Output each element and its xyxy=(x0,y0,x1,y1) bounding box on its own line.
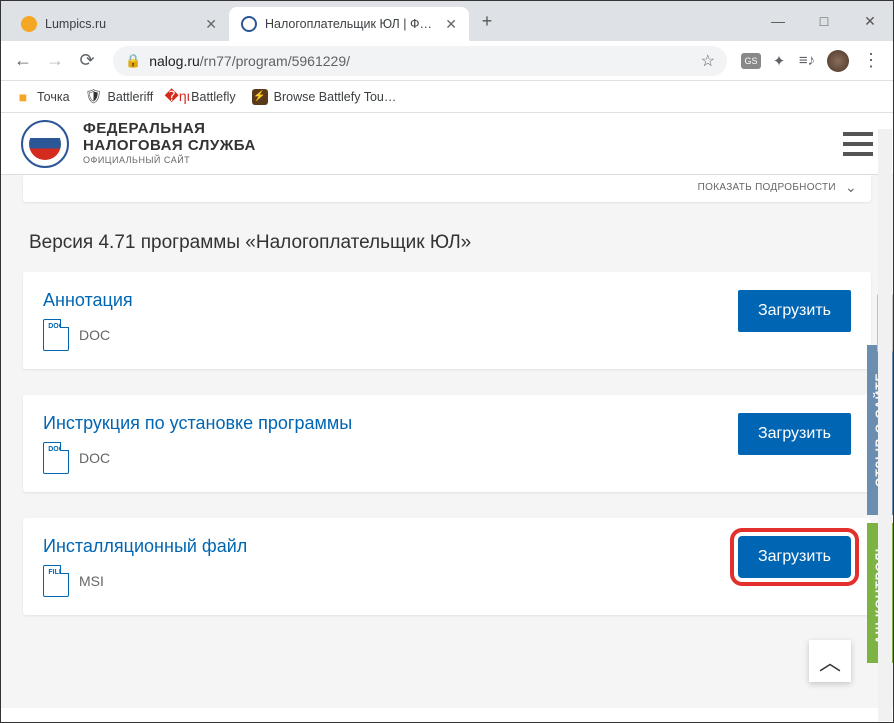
tab-title: Lumpics.ru xyxy=(45,17,197,31)
details-toggle[interactable]: ПОКАЗАТЬ ПОДРОБНОСТИ ⌄ xyxy=(23,175,871,202)
format-label: DOC xyxy=(79,327,110,343)
minimize-button[interactable]: — xyxy=(755,1,801,41)
maximize-button[interactable]: □ xyxy=(801,1,847,41)
forward-button[interactable]: → xyxy=(41,47,69,75)
reading-list-icon[interactable]: ≡♪ xyxy=(795,49,819,73)
download-card-annotation: Аннотация DOC DOC Загрузить xyxy=(23,272,871,369)
format-label: DOC xyxy=(79,450,110,466)
site-header: ФЕДЕРАЛЬНАЯ НАЛОГОВАЯ СЛУЖБА ОФИЦИАЛЬНЫЙ… xyxy=(1,113,893,175)
file-msi-icon: FILE xyxy=(43,565,69,597)
file-doc-icon: DOC xyxy=(43,442,69,474)
bookmark-label: Battleriff xyxy=(108,90,154,104)
bookmarks-bar: ■ Точка 🛡 Battleriff �ηι Battlefly ⚡ Bro… xyxy=(1,81,893,113)
url-host: nalog.ru xyxy=(149,53,200,69)
bookmark-item[interactable]: ■ Точка xyxy=(9,85,76,109)
download-button[interactable]: Загрузить xyxy=(738,290,851,332)
browser-tab[interactable]: Lumpics.ru ✕ xyxy=(9,7,229,41)
bookmark-label: Battlefly xyxy=(191,90,235,104)
bookmark-favicon: ■ xyxy=(15,89,31,105)
close-button[interactable]: ✕ xyxy=(847,1,893,41)
page-content: ФЕДЕРАЛЬНАЯ НАЛОГОВАЯ СЛУЖБА ОФИЦИАЛЬНЫЙ… xyxy=(1,113,893,708)
download-title[interactable]: Аннотация xyxy=(43,290,738,311)
new-tab-button[interactable]: + xyxy=(473,7,501,35)
fns-logo[interactable] xyxy=(21,120,69,168)
bookmark-item[interactable]: ⚡ Browse Battlefy Tou… xyxy=(246,85,403,109)
extension-icon[interactable]: GS xyxy=(739,49,763,73)
site-title: ФЕДЕРАЛЬНАЯ НАЛОГОВАЯ СЛУЖБА ОФИЦИАЛЬНЫЙ… xyxy=(83,121,256,166)
version-title: Версия 4.71 программы «Налогоплательщик … xyxy=(29,232,865,254)
download-button[interactable]: Загрузить xyxy=(738,536,851,578)
download-title[interactable]: Инсталляционный файл xyxy=(43,536,738,557)
download-format: FILE MSI xyxy=(43,565,738,597)
tab-favicon xyxy=(21,16,37,32)
file-doc-icon: DOC xyxy=(43,319,69,351)
download-card-installer: Инсталляционный файл FILE MSI Загрузить xyxy=(23,518,871,615)
download-format: DOC DOC xyxy=(43,442,738,474)
bookmark-favicon: 🛡 xyxy=(86,89,102,105)
address-bar[interactable]: 🔒 nalog.ru/rn77/program/5961229/ ☆ xyxy=(113,46,727,76)
window-controls: — □ ✕ xyxy=(755,1,893,41)
site-title-line1: ФЕДЕРАЛЬНАЯ xyxy=(83,121,256,138)
download-title[interactable]: Инструкция по установке программы xyxy=(43,413,738,434)
browser-tab[interactable]: Налогоплательщик ЮЛ | ФНС Р ✕ xyxy=(229,7,469,41)
bookmark-favicon: ⚡ xyxy=(252,89,268,105)
tab-title: Налогоплательщик ЮЛ | ФНС Р xyxy=(265,17,437,31)
chevron-down-icon: ⌄ xyxy=(845,179,857,195)
reload-button[interactable]: ⟳ xyxy=(73,47,101,75)
back-button[interactable]: ← xyxy=(9,47,37,75)
bookmark-label: Точка xyxy=(37,90,70,104)
window-scrollbar-track[interactable] xyxy=(878,129,892,721)
format-label: MSI xyxy=(79,573,104,589)
bookmark-item[interactable]: �ηι Battlefly xyxy=(163,85,241,109)
extensions-puzzle-icon[interactable]: ✦ xyxy=(767,49,791,73)
hamburger-menu[interactable] xyxy=(843,132,873,156)
downloads-section: Версия 4.71 программы «Налогоплательщик … xyxy=(1,202,893,661)
download-card-instruction: Инструкция по установке программы DOC DO… xyxy=(23,395,871,492)
url-path: /rn77/program/5961229/ xyxy=(200,53,350,69)
details-label: ПОКАЗАТЬ ПОДРОБНОСТИ xyxy=(698,182,836,193)
bookmark-star-icon[interactable]: ☆ xyxy=(701,51,715,71)
bookmark-label: Browse Battlefy Tou… xyxy=(274,90,397,104)
menu-button[interactable]: ⋮ xyxy=(857,50,885,71)
bookmark-favicon: �ηι xyxy=(169,89,185,105)
download-button[interactable]: Загрузить xyxy=(738,413,851,455)
browser-toolbar: ← → ⟳ 🔒 nalog.ru/rn77/program/5961229/ ☆… xyxy=(1,41,893,81)
download-format: DOC DOC xyxy=(43,319,738,351)
tab-favicon xyxy=(241,16,257,32)
scroll-to-top-button[interactable]: ︿ xyxy=(809,640,851,682)
tab-close-icon[interactable]: ✕ xyxy=(445,16,457,33)
site-title-line2: НАЛОГОВАЯ СЛУЖБА xyxy=(83,138,256,155)
lock-icon: 🔒 xyxy=(125,53,141,69)
bookmark-item[interactable]: 🛡 Battleriff xyxy=(80,85,160,109)
site-subtitle: ОФИЦИАЛЬНЫЙ САЙТ xyxy=(83,156,256,166)
tab-close-icon[interactable]: ✕ xyxy=(205,16,217,33)
profile-avatar[interactable] xyxy=(827,50,849,72)
